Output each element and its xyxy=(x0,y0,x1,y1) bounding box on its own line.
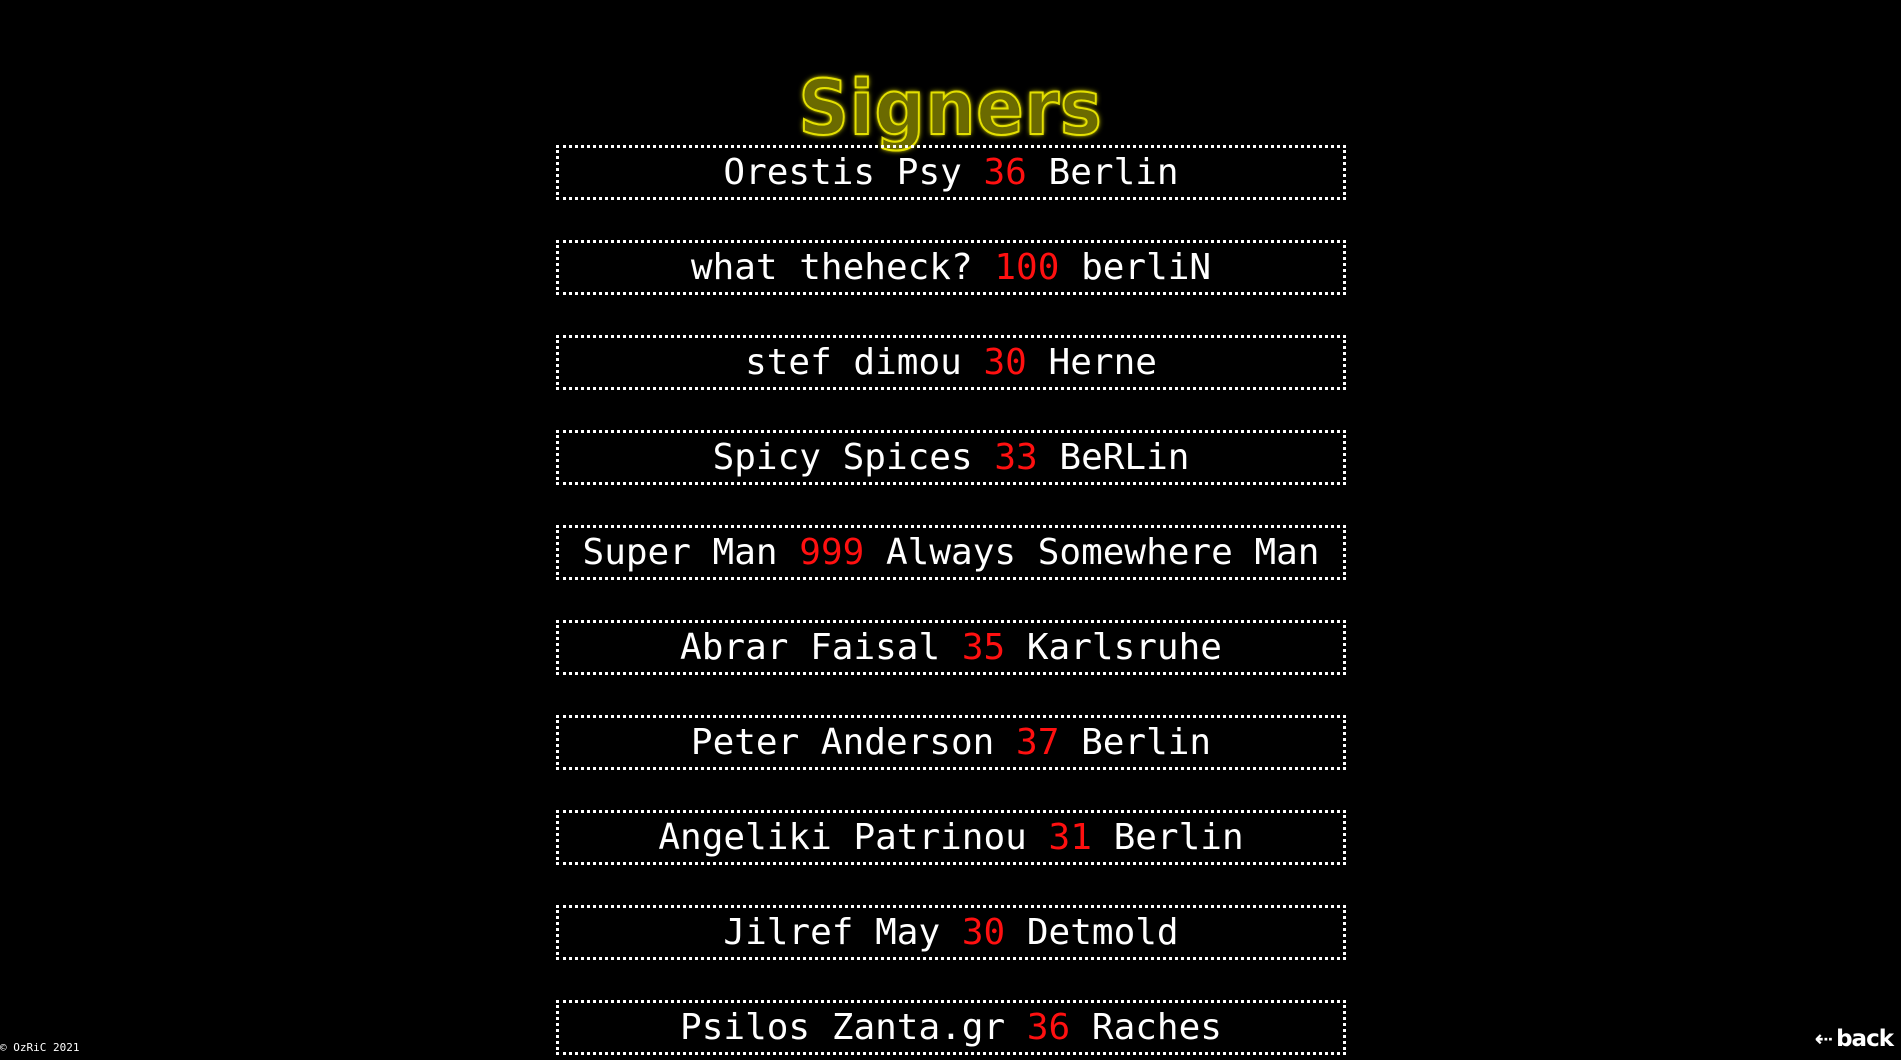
signer-name: Spicy Spices xyxy=(712,437,973,478)
signer-name: Orestis Psy xyxy=(723,152,962,193)
signer-age: 30 xyxy=(961,912,1006,953)
signer-city: Raches xyxy=(1091,1007,1222,1048)
signer-name: stef dimou xyxy=(745,342,962,383)
signer-city: BeRLin xyxy=(1059,437,1190,478)
signer-row: Super Man 999 Always Somewhere Man xyxy=(556,525,1346,580)
signer-city: Berlin xyxy=(1113,817,1244,858)
back-arrow-icon: ⇠ xyxy=(1814,1027,1833,1052)
signer-city: Berlin xyxy=(1048,152,1179,193)
signer-name: Abrar Faisal xyxy=(680,627,941,668)
signer-name: Psilos Zanta.gr xyxy=(680,1007,1006,1048)
signer-age: 999 xyxy=(799,532,865,573)
signer-age: 33 xyxy=(994,437,1038,478)
signer-name: Jilref May xyxy=(723,912,941,953)
signer-row: Orestis Psy 36 Berlin xyxy=(556,145,1346,200)
signer-row: Spicy Spices 33 BeRLin xyxy=(556,430,1346,485)
signer-age: 36 xyxy=(1026,1007,1071,1048)
signer-age: 35 xyxy=(961,627,1006,668)
signer-row: Psilos Zanta.gr 36 Raches xyxy=(556,1000,1346,1055)
signer-age: 30 xyxy=(983,342,1027,383)
signer-row: Abrar Faisal 35 Karlsruhe xyxy=(556,620,1346,675)
signer-age: 100 xyxy=(994,247,1060,288)
signer-city: Karlsruhe xyxy=(1026,627,1222,668)
signer-name: Super Man xyxy=(582,532,778,573)
signer-name: what theheck? xyxy=(690,247,973,288)
signer-list: Orestis Psy 36 Berlin what theheck? 100 … xyxy=(556,145,1346,1060)
signer-age: 31 xyxy=(1048,817,1092,858)
signer-name: Angeliki Patrinou xyxy=(658,817,1027,858)
back-label: back xyxy=(1836,1026,1894,1052)
signer-row: Peter Anderson 37 Berlin xyxy=(556,715,1346,770)
signer-city: Herne xyxy=(1048,342,1157,383)
signer-city: Detmold xyxy=(1026,912,1179,953)
signer-name: Peter Anderson xyxy=(690,722,995,763)
copyright-notice: © OzRiC 2021 xyxy=(0,1041,80,1054)
signer-row: stef dimou 30 Herne xyxy=(556,335,1346,390)
signer-row: Jilref May 30 Detmold xyxy=(556,905,1346,960)
signer-row: what theheck? 100 berliN xyxy=(556,240,1346,295)
signer-row: Angeliki Patrinou 31 Berlin xyxy=(556,810,1346,865)
signer-city: berliN xyxy=(1081,247,1212,288)
signer-age: 37 xyxy=(1016,722,1060,763)
page-title: Signers xyxy=(798,62,1103,153)
signer-city: Berlin xyxy=(1081,722,1212,763)
signer-city: Always Somewhere Man xyxy=(886,532,1320,573)
signer-age: 36 xyxy=(983,152,1027,193)
back-link[interactable]: ⇠ back xyxy=(1814,1026,1894,1052)
